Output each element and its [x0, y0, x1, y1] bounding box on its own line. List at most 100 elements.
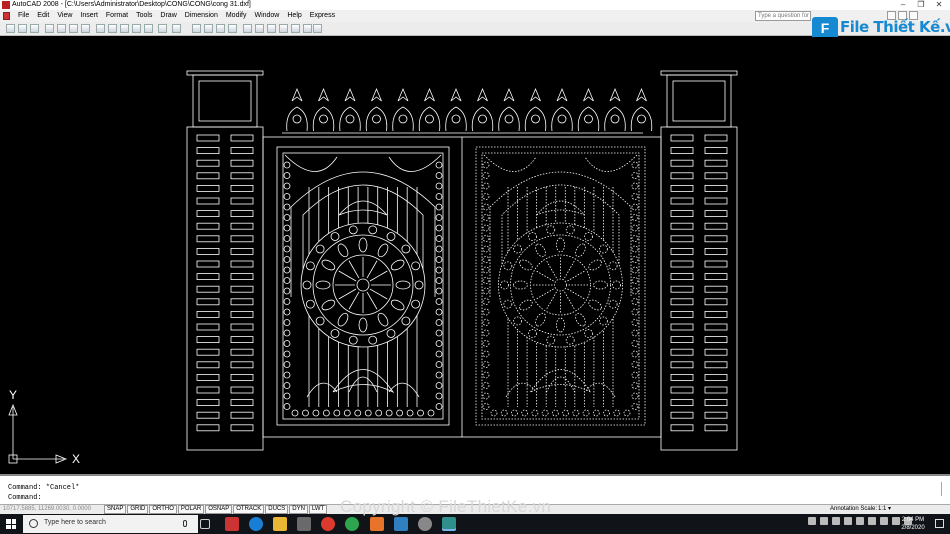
- osnap-toggle[interactable]: OSNAP: [205, 505, 233, 514]
- autocad-app-icon: [2, 1, 10, 9]
- menu-help[interactable]: Help: [283, 10, 305, 22]
- app-green-icon[interactable]: [345, 517, 359, 531]
- app-gray-icon[interactable]: [418, 517, 432, 531]
- open-icon[interactable]: [18, 24, 27, 33]
- 3d-dwf-icon[interactable]: [81, 24, 90, 33]
- properties-icon[interactable]: [243, 24, 252, 33]
- pan-icon[interactable]: [192, 24, 201, 33]
- quickcalc-icon[interactable]: [303, 24, 312, 33]
- crown-leaf: [524, 106, 547, 132]
- paste-icon[interactable]: [120, 24, 129, 33]
- menu-modify[interactable]: Modify: [222, 10, 251, 22]
- right-pillar-slot: [704, 285, 728, 293]
- crown-spear: [318, 87, 329, 102]
- chrome-icon[interactable]: [321, 517, 335, 531]
- sheet-set-icon[interactable]: [279, 24, 288, 33]
- right-pillar-slot: [670, 399, 694, 407]
- edge-icon[interactable]: [249, 517, 263, 531]
- left-leaf-ring: [283, 266, 291, 274]
- publish-icon[interactable]: [69, 24, 78, 33]
- copy-icon[interactable]: [108, 24, 117, 33]
- design-center-icon[interactable]: [255, 24, 264, 33]
- undo-icon[interactable]: [158, 24, 167, 33]
- tray-app-icon[interactable]: [808, 517, 816, 525]
- left-corner-fan: [284, 154, 338, 172]
- menu-insert[interactable]: Insert: [76, 10, 102, 22]
- menu-window[interactable]: Window: [250, 10, 283, 22]
- right-bottom-lotus: [530, 369, 592, 394]
- menu-tools[interactable]: Tools: [132, 10, 156, 22]
- microphone-icon[interactable]: [183, 520, 187, 527]
- minimize-button[interactable]: –: [894, 0, 912, 10]
- notification-center-icon[interactable]: [935, 519, 944, 528]
- left-pillar-slot: [230, 273, 254, 281]
- redo-icon[interactable]: [172, 24, 181, 33]
- block-editor-icon[interactable]: [144, 24, 153, 33]
- drawing-canvas[interactable]: XY: [0, 37, 950, 474]
- menu-express[interactable]: Express: [306, 10, 339, 22]
- left-pillar-slot: [230, 184, 254, 192]
- taskbar-search[interactable]: Type here to search: [23, 515, 198, 533]
- tray-flag-icon[interactable]: [868, 517, 876, 525]
- command-scrollbar[interactable]: [941, 482, 948, 496]
- left-leaf-ring: [283, 277, 291, 284]
- cut-icon[interactable]: [96, 24, 105, 33]
- zoom-previous-icon[interactable]: [228, 24, 237, 33]
- help-icon[interactable]: [313, 24, 322, 33]
- task-view-icon[interactable]: [200, 519, 210, 529]
- left-medallion-outer: [300, 222, 426, 348]
- tray-antivirus-icon[interactable]: [820, 517, 828, 525]
- left-leaf-ring: [435, 161, 443, 169]
- command-prompt[interactable]: Command:: [8, 494, 42, 502]
- tray-network-icon[interactable]: [856, 517, 864, 525]
- maximize-button[interactable]: ❐: [912, 0, 930, 10]
- crown-spear: [424, 87, 435, 102]
- system-clock[interactable]: 2:04 PM 2/8/2020: [898, 516, 928, 532]
- menu-edit[interactable]: Edit: [33, 10, 53, 22]
- menu-view[interactable]: View: [53, 10, 76, 22]
- app-orange-icon[interactable]: [370, 517, 384, 531]
- snap-toggle[interactable]: SNAP: [104, 505, 127, 514]
- store-icon[interactable]: [297, 517, 311, 531]
- ducs-toggle[interactable]: DUCS: [265, 505, 289, 514]
- qnew-icon[interactable]: [6, 24, 15, 33]
- otrack-toggle[interactable]: OTRACK: [233, 505, 265, 514]
- zoom-realtime-icon[interactable]: [204, 24, 213, 33]
- save-icon[interactable]: [30, 24, 39, 33]
- autocad-taskbar-icon[interactable]: [442, 517, 456, 531]
- lwt-toggle[interactable]: LWT: [308, 505, 328, 514]
- windows-start-icon[interactable]: [6, 519, 16, 529]
- app-red-icon[interactable]: [225, 517, 239, 531]
- polar-toggle[interactable]: POLAR: [177, 505, 205, 514]
- document-icon[interactable]: [3, 12, 10, 20]
- tool-palettes-icon[interactable]: [267, 24, 276, 33]
- menu-format[interactable]: Format: [102, 10, 132, 22]
- app-blue-icon[interactable]: [394, 517, 408, 531]
- tray-security-icon[interactable]: [832, 517, 840, 525]
- close-button[interactable]: ✕: [930, 0, 948, 10]
- left-leaf-ring: [343, 409, 351, 417]
- menu-list: File Edit View Insert Format Tools Draw …: [14, 10, 339, 22]
- ortho-toggle[interactable]: ORTHO: [149, 505, 177, 514]
- right-leaf-ring: [482, 245, 490, 253]
- crown-spear: [477, 87, 488, 102]
- plot-icon[interactable]: [45, 24, 54, 33]
- menu-file[interactable]: File: [14, 10, 33, 22]
- crown-spear: [344, 87, 356, 102]
- help-search-input[interactable]: Type a question for help: [755, 11, 811, 21]
- tray-volume-icon[interactable]: [880, 517, 888, 525]
- left-leaf-ring: [435, 266, 443, 274]
- annotation-scale-dropdown[interactable]: 1:1 ▾: [878, 505, 891, 514]
- plot-preview-icon[interactable]: [57, 24, 66, 33]
- match-properties-icon[interactable]: [132, 24, 141, 33]
- cortana-icon: [29, 519, 38, 528]
- grid-toggle[interactable]: GRID: [127, 505, 149, 514]
- menu-dimension[interactable]: Dimension: [181, 10, 222, 22]
- zoom-window-icon[interactable]: [216, 24, 225, 33]
- left-pillar-slot: [230, 197, 254, 205]
- tray-dropbox-icon[interactable]: [844, 517, 852, 525]
- file-explorer-icon[interactable]: [273, 517, 287, 531]
- menu-draw[interactable]: Draw: [156, 10, 180, 22]
- markup-icon[interactable]: [291, 24, 300, 33]
- dyn-toggle[interactable]: DYN: [289, 505, 308, 514]
